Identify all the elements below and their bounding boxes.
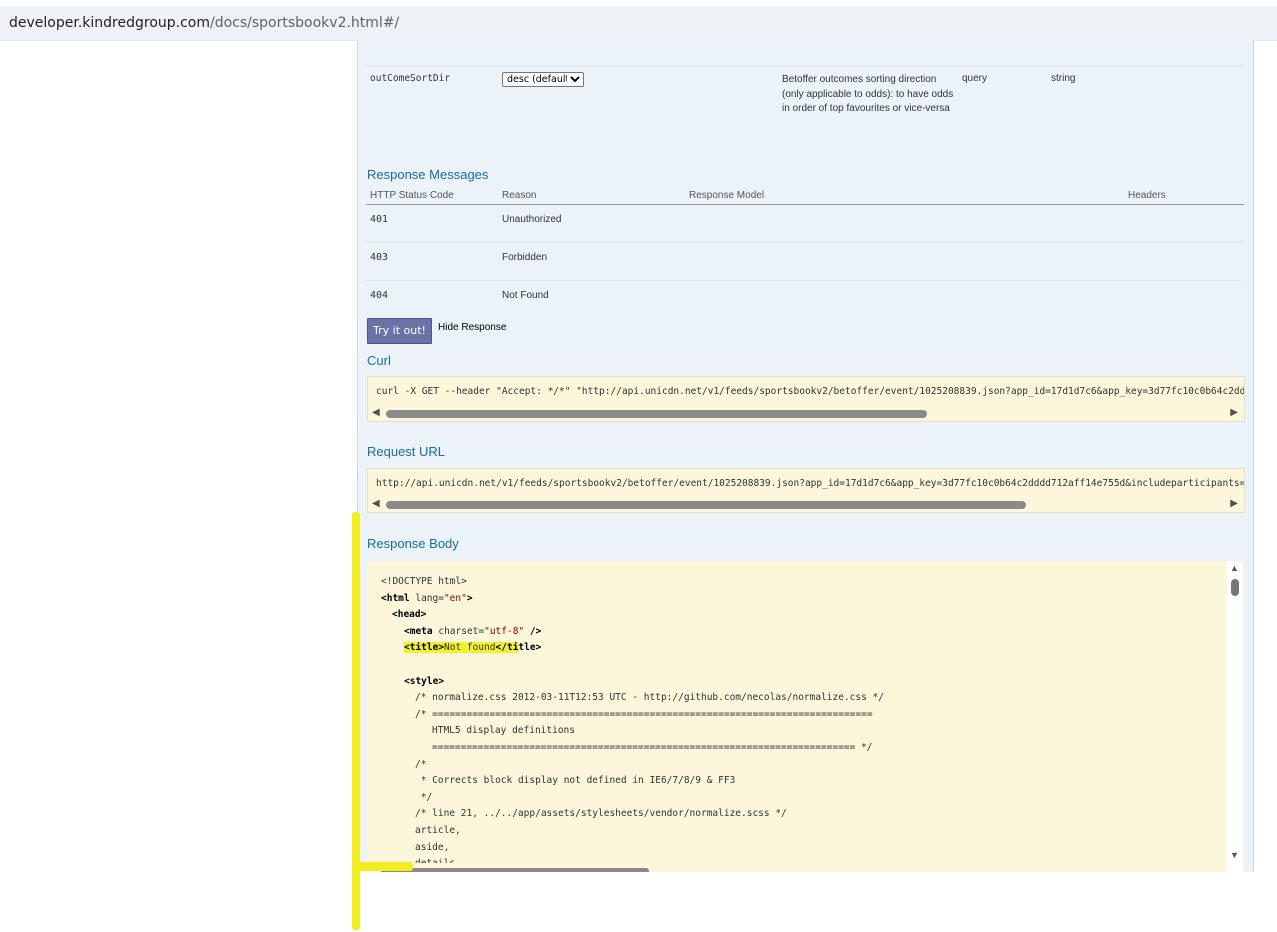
curl-title: Curl: [367, 353, 391, 368]
code-line: <html lang="en">: [381, 593, 473, 604]
table-row: 401 Unauthorized: [366, 205, 1244, 243]
parameter-name: outComeSortDir: [370, 73, 451, 84]
parameter-data-type: string: [1051, 73, 1076, 84]
url-path: /docs/sportsbookv2.html#/: [210, 15, 400, 31]
col-reason: Reason: [502, 190, 537, 201]
scroll-left-icon[interactable]: ◀: [372, 498, 380, 509]
code-line: ========================================…: [432, 742, 873, 753]
parameter-description: Betoffer outcomes sorting direction (onl…: [782, 74, 954, 114]
code-line: <head>: [392, 609, 427, 620]
status-code: 403: [370, 252, 389, 263]
status-code: 401: [370, 214, 389, 225]
code-line: /*: [415, 759, 427, 770]
response-vertical-scrollbar[interactable]: ▲ ▼: [1227, 561, 1243, 872]
col-status-code: HTTP Status Code: [370, 190, 454, 201]
request-url-scrollbar[interactable]: ◀ ▶: [368, 497, 1244, 511]
status-code: 404: [370, 290, 389, 301]
response-horizontal-thumb[interactable]: [381, 868, 649, 872]
sort-direction-select[interactable]: desc (default): [502, 72, 584, 87]
code-line: /* =====================================…: [415, 709, 873, 720]
request-url-scroll-thumb[interactable]: [386, 501, 1026, 509]
response-body-box: <!DOCTYPE html> <html lang="en"> <head> …: [367, 561, 1243, 872]
try-it-out-button[interactable]: Try it out!: [367, 318, 432, 344]
parameter-type: query: [962, 73, 988, 84]
response-messages-header: HTTP Status Code Reason Response Model H…: [366, 189, 1244, 205]
table-row: 404 Not Found: [366, 281, 1244, 318]
response-body-title: Response Body: [367, 536, 459, 551]
operation-panel: outComeSortDir desc (default) Betoffer o…: [357, 40, 1254, 872]
status-reason: Unauthorized: [502, 214, 562, 225]
code-line: article,: [415, 825, 461, 836]
request-url-box: http://api.unicdn.net/v1/feeds/sportsboo…: [367, 468, 1245, 513]
response-vertical-thumb[interactable]: [1231, 579, 1239, 596]
url-host: developer.kindredgroup.com: [9, 15, 210, 31]
col-headers: Headers: [1128, 190, 1166, 201]
scroll-up-icon[interactable]: ▲: [1230, 563, 1239, 573]
scroll-down-icon[interactable]: ▼: [1230, 850, 1239, 860]
curl-command: curl -X GET --header "Accept: */*" "http…: [376, 386, 1245, 397]
response-messages-title: Response Messages: [367, 167, 489, 182]
title-line: <title>Not found</title>: [404, 642, 542, 653]
curl-box: curl -X GET --header "Accept: */*" "http…: [367, 376, 1245, 422]
response-horizontal-scrollbar[interactable]: [367, 863, 1227, 872]
title-text: Not found: [444, 642, 496, 653]
code-line: */: [415, 792, 433, 803]
code-line: /* line 21, ../../app/assets/stylesheets…: [415, 808, 787, 819]
address-bar[interactable]: developer.kindredgroup.com/docs/sportsbo…: [0, 6, 1277, 41]
status-reason: Forbidden: [502, 252, 548, 263]
table-row: 403 Forbidden: [366, 243, 1244, 281]
parameter-row: outComeSortDir desc (default) Betoffer o…: [366, 66, 1244, 163]
code-line: /* normalize.css 2012-03-11T12:53 UTC - …: [415, 692, 884, 703]
curl-scrollbar[interactable]: ◀ ▶: [368, 406, 1244, 420]
scroll-right-icon[interactable]: ▶: [1230, 498, 1238, 509]
highlighter-mark-horizontal: [358, 862, 413, 871]
curl-scroll-thumb[interactable]: [386, 410, 927, 418]
doctype-line: <!DOCTYPE html>: [381, 576, 467, 587]
code-line: <style>: [404, 676, 445, 687]
code-line: * Corrects block display not defined in …: [415, 775, 736, 786]
request-url-title: Request URL: [367, 444, 446, 459]
request-url-text: http://api.unicdn.net/v1/feeds/sportsboo…: [376, 478, 1245, 489]
code-line: HTML5 display definitions: [432, 725, 575, 736]
code-line: aside,: [415, 842, 450, 853]
col-response-model: Response Model: [689, 190, 765, 201]
code-line: <meta charset="utf-8" />: [404, 626, 542, 637]
status-reason: Not Found: [502, 290, 549, 301]
hide-response-link[interactable]: Hide Response: [438, 322, 506, 333]
scroll-right-icon[interactable]: ▶: [1230, 407, 1238, 418]
scroll-left-icon[interactable]: ◀: [372, 407, 380, 418]
